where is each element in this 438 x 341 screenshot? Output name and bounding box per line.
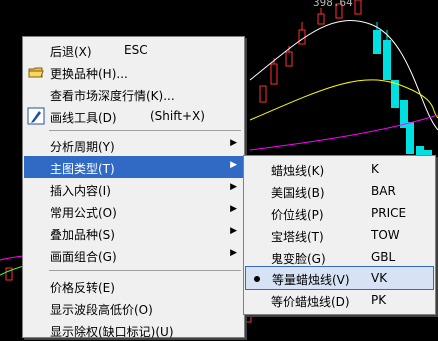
pencil-icon [27, 107, 45, 125]
submenu-item-candlestick[interactable]: 蜡烛线(K) K [245, 158, 434, 180]
menu-item-show-ex-rights[interactable]: 显示除权(缺口标记)(U) [24, 319, 243, 341]
ma-white-line [249, 20, 438, 131]
submenu-arrow-icon: ▶ [230, 182, 237, 192]
price-label: 398.64 [313, 0, 353, 9]
radio-checked-icon [254, 276, 260, 282]
menu-separator [49, 130, 241, 131]
submenu-item-ghost-face[interactable]: 鬼变脸(G) GBL [245, 246, 434, 268]
submenu-arrow-icon: ▶ [230, 138, 237, 148]
submenu-arrow-icon: ▶ [230, 226, 237, 236]
menu-item-common-formulas[interactable]: 常用公式(O) ▶ [24, 200, 243, 222]
down-candles [373, 30, 432, 156]
submenu-arrow-icon: ▶ [230, 160, 237, 170]
context-menu: 后退(X) ESC 更换品种(H)... 查看市场深度行情(K)... 画线工具… [22, 36, 245, 341]
menu-item-analysis-period[interactable]: 分析周期(Y) ▶ [24, 134, 243, 156]
menu-separator [49, 270, 241, 271]
submenu-item-equiprice-candle[interactable]: 等价蜡烛线(D) PK [245, 289, 434, 311]
menu-item-market-depth[interactable]: 查看市场深度行情(K)... [24, 83, 243, 105]
submenu-item-price-line[interactable]: 价位线(P) PRICE [245, 202, 434, 224]
submenu-arrow-icon: ▶ [230, 248, 237, 258]
submenu-item-bar[interactable]: 美国线(B) BAR [245, 180, 434, 202]
submenu-item-tower[interactable]: 宝塔线(T) TOW [245, 224, 434, 246]
ma-yellow-line [249, 79, 438, 121]
menu-item-screen-layout[interactable]: 画面组合(G) ▶ [24, 244, 243, 266]
menu-item-insert-content[interactable]: 插入内容(I) ▶ [24, 178, 243, 200]
menu-item-back[interactable]: 后退(X) ESC [24, 39, 243, 61]
submenu-arrow-icon: ▶ [230, 204, 237, 214]
submenu-item-equivolume-candle[interactable]: 等量蜡烛线(V) VK [245, 266, 434, 290]
folder-icon [28, 67, 44, 78]
menu-item-price-reverse[interactable]: 价格反转(E) [24, 275, 243, 297]
menu-item-draw-tools[interactable]: 画线工具(D) (Shift+X) [24, 105, 243, 127]
menu-item-main-chart-type[interactable]: 主图类型(T) ▶ [24, 156, 243, 178]
menu-item-change-symbol[interactable]: 更换品种(H)... [24, 61, 243, 83]
menu-item-overlay-symbol[interactable]: 叠加品种(S) ▶ [24, 222, 243, 244]
menu-item-show-swing-high-low[interactable]: 显示波段高低价(O) [24, 297, 243, 319]
chart-type-submenu: 蜡烛线(K) K 美国线(B) BAR 价位线(P) PRICE 宝塔线(T) … [243, 155, 436, 315]
